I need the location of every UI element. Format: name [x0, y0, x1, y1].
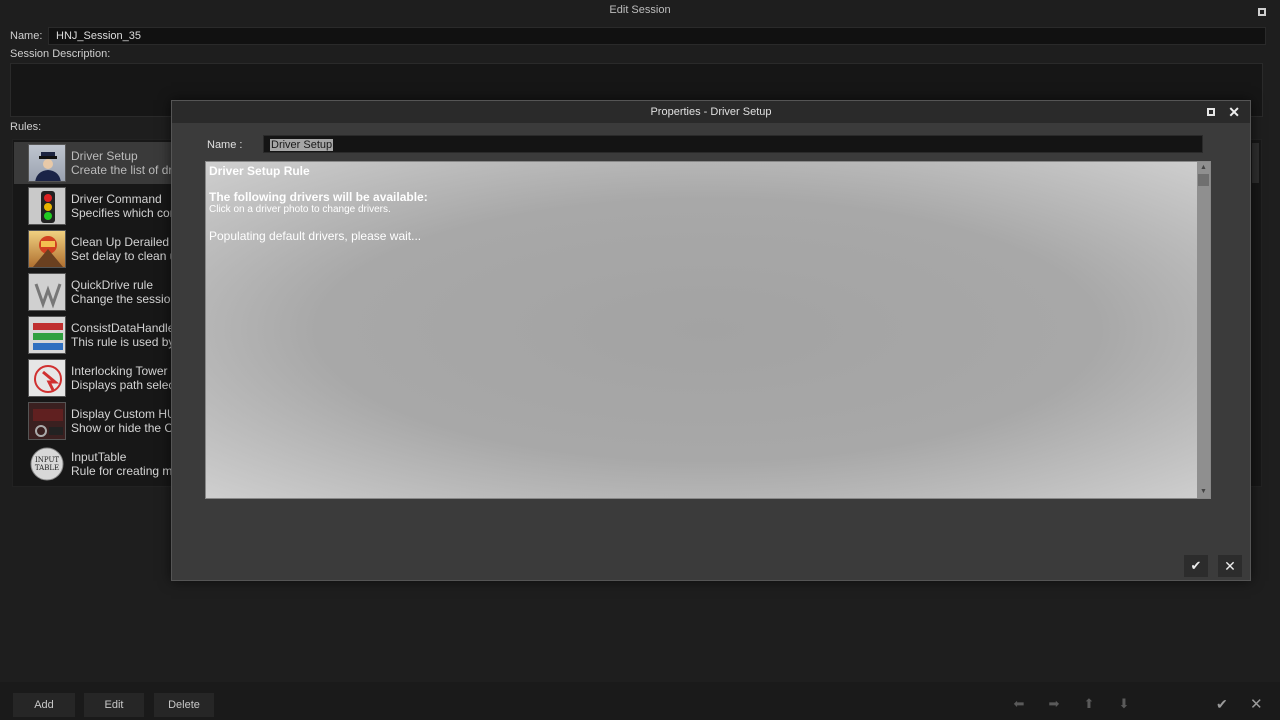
check-icon[interactable]: ✔	[1216, 696, 1228, 713]
check-icon[interactable]: ✔	[1184, 555, 1208, 577]
scroll-thumb[interactable]	[1198, 174, 1209, 186]
input-table-icon: INPUT TABLE	[28, 445, 66, 483]
close-icon[interactable]: ✕	[1218, 555, 1242, 577]
rule-title: Clean Up Derailed T	[71, 235, 180, 249]
rule-desc: Create the list of dr	[71, 163, 173, 177]
hud-icon	[28, 402, 66, 440]
input-table-icon-text: INPUT	[35, 456, 59, 464]
rule-title: Driver Command	[71, 192, 162, 206]
scroll-down-icon[interactable]: ▼	[1198, 487, 1209, 497]
rules-label: Rules:	[10, 121, 42, 133]
close-icon[interactable]: ✕	[1228, 104, 1240, 121]
rule-desc: Set delay to clean u	[71, 249, 177, 263]
dialog-name-value: Driver Setup	[270, 139, 334, 151]
rules-scrollbar[interactable]	[1252, 143, 1259, 183]
description-label: Session Description:	[10, 48, 111, 60]
quickdrive-icon	[28, 273, 66, 311]
rule-content-panel: Driver Setup Rule The following drivers …	[205, 161, 1211, 499]
rule-desc: This rule is used by	[71, 335, 175, 349]
dialog-name-input[interactable]: Driver Setup	[263, 135, 1203, 153]
input-table-icon-text: TABLE	[35, 464, 59, 472]
instruction-text: Click on a driver photo to change driver…	[209, 204, 391, 215]
rule-title: Driver Setup	[71, 149, 138, 163]
arrow-left-icon[interactable]: ⬅	[1011, 697, 1027, 711]
name-label: Name:	[10, 30, 43, 42]
rule-title: InputTable	[71, 450, 127, 464]
edit-button[interactable]: Edit	[84, 693, 144, 717]
rule-title: ConsistDataHandle	[71, 321, 175, 335]
rule-desc: Displays path selec	[71, 378, 175, 392]
rule-title: Display Custom HU	[71, 407, 176, 421]
dialog-name-label: Name :	[207, 139, 243, 151]
interlocking-icon	[28, 359, 66, 397]
session-name-input[interactable]: HNJ_Session_35	[48, 27, 1266, 45]
status-message: Populating default drivers, please wait.…	[209, 229, 422, 243]
rule-title: QuickDrive rule	[71, 278, 154, 292]
maximize-icon[interactable]	[1207, 108, 1215, 116]
add-button[interactable]: Add	[13, 693, 75, 717]
scroll-up-icon[interactable]: ▲	[1198, 163, 1209, 173]
properties-dialog: Properties - Driver Setup ✕ Name : Drive…	[171, 100, 1251, 581]
arrow-down-icon[interactable]: ⬇	[1116, 697, 1132, 711]
rule-desc: Show or hide the C	[71, 421, 174, 435]
rule-desc: Rule for creating m	[71, 464, 173, 478]
delete-button[interactable]: Delete	[154, 693, 214, 717]
rule-title: Interlocking Tower I	[71, 364, 175, 378]
content-scrollbar[interactable]	[1197, 162, 1210, 498]
rule-desc: Change the session	[71, 292, 178, 306]
arrow-right-icon[interactable]: ➡	[1046, 697, 1062, 711]
traffic-light-icon	[28, 187, 66, 225]
driver-icon	[28, 144, 66, 182]
arrow-up-icon[interactable]: ⬆	[1081, 697, 1097, 711]
rule-desc: Specifies which com	[71, 206, 180, 220]
derail-icon	[28, 230, 66, 268]
maximize-icon[interactable]	[1258, 8, 1266, 16]
drivers-subheading: The following drivers will be available:	[209, 190, 428, 204]
consist-icon	[28, 316, 66, 354]
window-title: Edit Session	[609, 4, 671, 16]
dialog-title: Properties - Driver Setup	[172, 101, 1250, 123]
close-icon[interactable]: ✕	[1250, 695, 1263, 713]
rule-heading: Driver Setup Rule	[209, 164, 310, 178]
